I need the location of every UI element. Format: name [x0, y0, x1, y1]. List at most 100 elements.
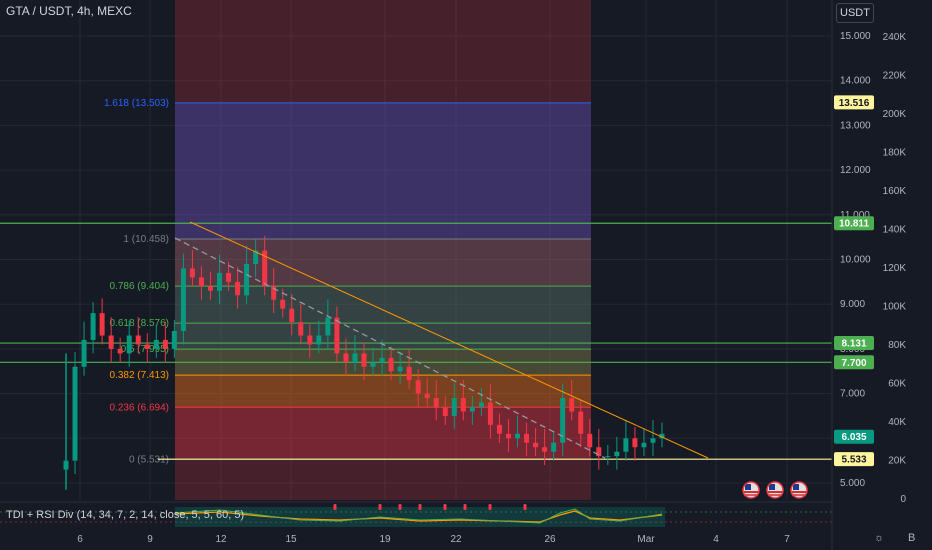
timezone-icon[interactable]: ☼ — [874, 532, 884, 544]
candle-body — [108, 335, 114, 349]
time-axis-label: 7 — [784, 534, 790, 545]
price-axis-label: 15.000 — [840, 31, 871, 42]
price-tag-label: 8.131 — [841, 339, 866, 350]
candle-body — [650, 438, 656, 443]
fib-level-label: 0.236 (6.694) — [110, 402, 170, 413]
time-axis-label: 9 — [147, 534, 153, 545]
candle-body — [533, 442, 539, 448]
candle-body — [578, 411, 584, 434]
candle-body — [487, 402, 493, 425]
fib-zone — [175, 102, 591, 240]
candle-body — [189, 268, 195, 278]
time-axis-label: 19 — [379, 534, 391, 545]
price-axis-label: 14.000 — [840, 76, 871, 87]
us-flag-icon[interactable] — [790, 481, 808, 499]
candle-body — [542, 447, 548, 452]
volume-axis-label: 140K — [883, 225, 907, 236]
candle-body — [614, 451, 620, 457]
fib-zone — [175, 323, 591, 350]
candle-body — [126, 335, 132, 354]
symbol-title[interactable]: GTA / USDT, 4h, MEXC — [6, 4, 132, 18]
price-axis-label: 7.000 — [840, 389, 865, 400]
volume-axis-label: 40K — [888, 417, 906, 428]
candle-body — [478, 402, 484, 408]
candle-body — [325, 317, 331, 336]
time-axis-label: 26 — [544, 534, 556, 545]
candle-body — [90, 313, 96, 340]
time-axis-label: Mar — [637, 534, 655, 545]
candle-body — [379, 357, 385, 363]
candle-body — [298, 322, 304, 336]
candle-body — [596, 447, 602, 457]
fib-level-label: 0.786 (9.404) — [110, 281, 170, 292]
us-flag-icon[interactable] — [742, 481, 760, 499]
indicator-label[interactable]: TDI + RSI Div (14, 34, 7, 2, 14, close, … — [6, 509, 244, 521]
candle-body — [524, 433, 530, 443]
currency-button[interactable]: USDT — [836, 3, 874, 23]
fibonacci-retracement[interactable]: 1.618 (13.503) 1 (10.458) 0.786 (9.404) 0.6… — [104, 98, 591, 465]
candle-body — [162, 339, 168, 349]
time-axis-label: 15 — [285, 534, 297, 545]
chart-stage[interactable]: 1.618 (13.503) 1 (10.458) 0.786 (9.404) 0.6… — [0, 0, 932, 550]
price-chart[interactable]: 1.618 (13.503) 1 (10.458) 0.786 (9.404) 0.6… — [0, 0, 932, 550]
fib-zone — [175, 407, 591, 460]
candle-body — [605, 456, 611, 458]
candle-body — [424, 393, 430, 399]
candle-body — [505, 433, 511, 439]
time-axis-label: 12 — [215, 534, 227, 545]
time-axis-label: 4 — [713, 534, 719, 545]
candle-body — [641, 442, 647, 448]
candle-body — [587, 433, 593, 448]
candle-body — [307, 335, 313, 345]
candle-body — [135, 335, 141, 345]
price-axis-label: 10.000 — [840, 255, 871, 266]
time-axis[interactable]: 6 9 12 15 19 22 26 Mar 4 7 — [77, 534, 790, 545]
candle-body — [469, 407, 475, 412]
candle-body — [569, 398, 575, 412]
price-tag-label: 7.700 — [841, 358, 866, 369]
candle-body — [388, 357, 394, 372]
price-axis-label: 9.000 — [840, 299, 865, 310]
volume-axis-label: 80K — [888, 340, 906, 351]
divergence-marker — [488, 504, 492, 510]
volume-axis-label: 200K — [883, 109, 907, 120]
candle-body — [207, 286, 213, 291]
price-axis-label: 5.000 — [840, 478, 865, 489]
price-axis-label: 12.000 — [840, 165, 871, 176]
candle-body — [632, 438, 638, 448]
price-tag-label: 6.035 — [841, 432, 866, 443]
price-tag-label: 10.811 — [839, 219, 869, 230]
fib-level-label: 0.618 (8.576) — [110, 318, 170, 329]
price-axis-label: 13.000 — [840, 120, 871, 131]
time-axis-label: 6 — [77, 534, 83, 545]
volume-axis-label: 220K — [883, 71, 907, 82]
candle-body — [244, 263, 250, 296]
candle-body — [460, 398, 466, 412]
candle-body — [180, 268, 186, 332]
volume-axis-label: 20K — [888, 456, 906, 467]
candle-body — [397, 366, 403, 372]
candle-body — [361, 353, 367, 367]
candle-body — [343, 353, 349, 363]
settings-icon[interactable]: B — [908, 532, 915, 544]
volume-axis-label: 100K — [883, 302, 907, 313]
volume-axis-label: 240K — [883, 32, 907, 43]
us-flag-icon[interactable] — [766, 481, 784, 499]
candle-body — [551, 442, 557, 452]
divergence-marker — [398, 504, 402, 510]
candle-body — [442, 407, 448, 416]
volume-axis-label: 160K — [883, 186, 907, 197]
divergence-marker — [418, 504, 422, 510]
candle-body — [370, 362, 376, 367]
candle-body — [352, 353, 358, 363]
fib-level-label: 0.382 (7.413) — [110, 370, 170, 381]
candle-body — [433, 398, 439, 408]
price-tag-label: 5.533 — [841, 455, 866, 466]
time-axis-label: 22 — [450, 534, 462, 545]
candle-body — [235, 281, 241, 296]
candle-body — [198, 277, 204, 287]
candle-body — [334, 317, 340, 354]
candle-body — [316, 335, 322, 345]
price-tag-label: 13.516 — [839, 98, 870, 109]
candle-body — [515, 433, 521, 439]
